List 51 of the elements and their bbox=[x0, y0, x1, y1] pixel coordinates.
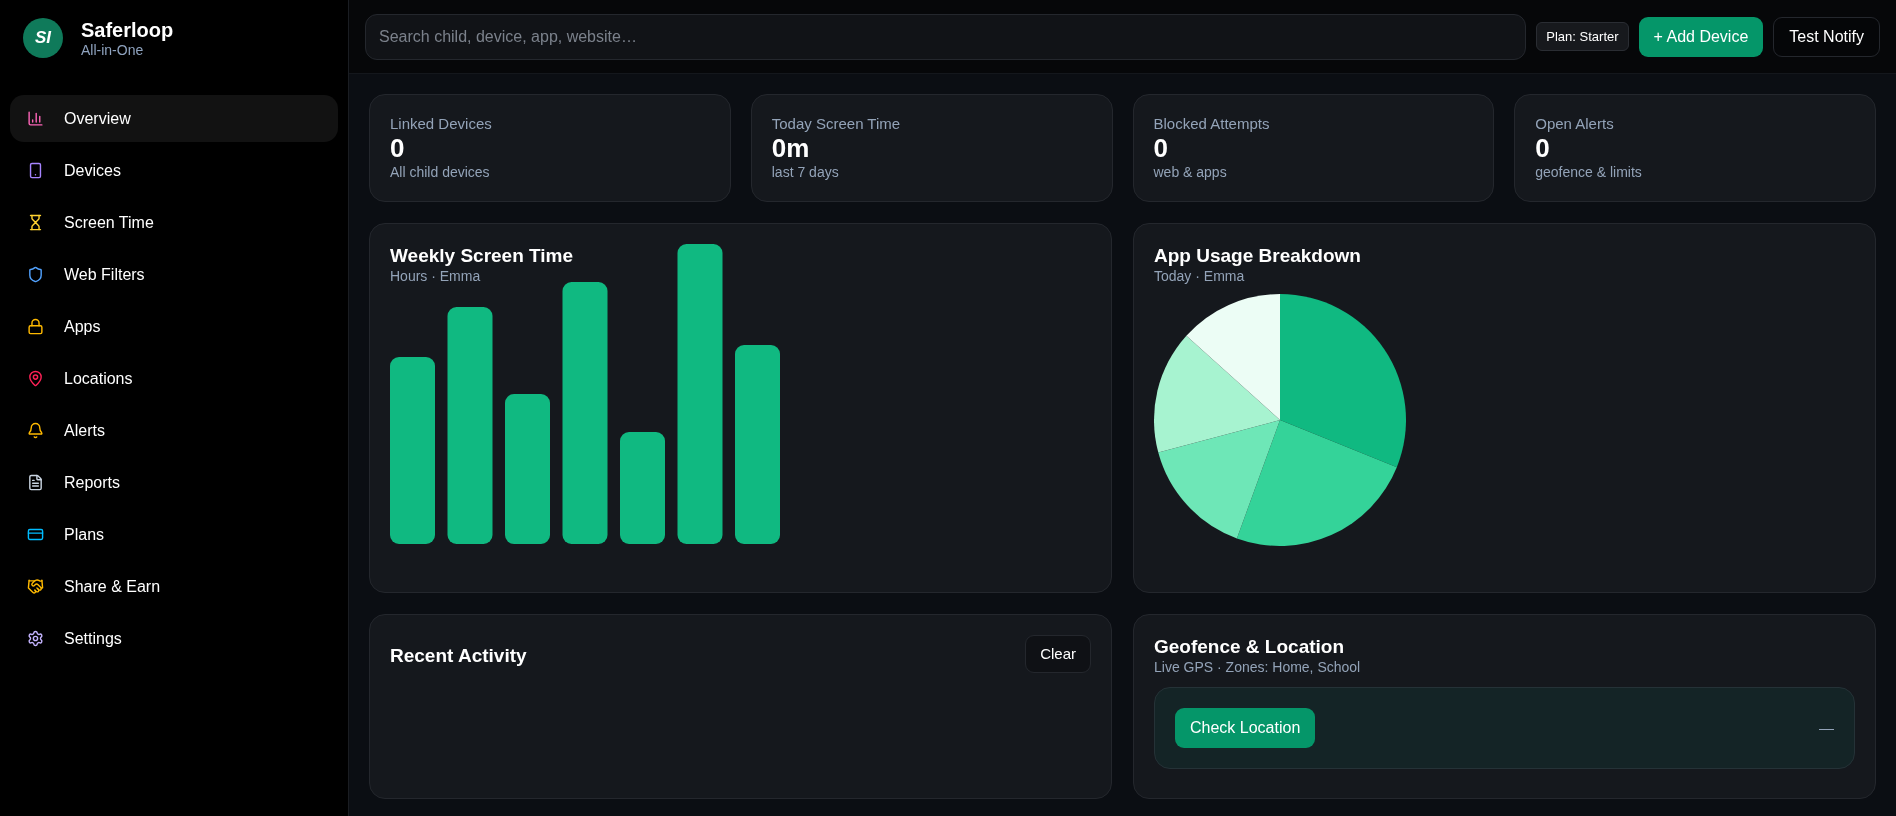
card-title: Geofence & Location bbox=[1154, 635, 1346, 659]
nav-item[interactable]: Settings bbox=[10, 615, 338, 662]
nav-item[interactable]: Reports bbox=[10, 459, 338, 506]
stat-value: 0m bbox=[771, 133, 810, 163]
stat-note: geofence & limits bbox=[1535, 163, 1642, 181]
credit-card-icon bbox=[27, 526, 44, 543]
test-notify-button[interactable]: Test Notify bbox=[1773, 16, 1880, 57]
logo-icon: SI bbox=[23, 18, 63, 58]
stat-value: 0 bbox=[390, 133, 405, 163]
nav-item[interactable]: Locations bbox=[10, 355, 338, 402]
card-title: Recent Activity bbox=[390, 644, 527, 668]
shield-icon bbox=[27, 266, 44, 283]
nav-item[interactable]: Share & Earn bbox=[10, 563, 338, 610]
nav-item[interactable]: Web Filters bbox=[10, 251, 338, 298]
check-location-button[interactable]: Check Location bbox=[1175, 708, 1316, 748]
nav-item[interactable]: Devices bbox=[10, 147, 338, 194]
clear-button[interactable]: Clear bbox=[1025, 635, 1091, 673]
nav-item[interactable]: Alerts bbox=[10, 407, 338, 454]
card-title: Weekly Screen Time bbox=[390, 244, 574, 268]
search-field[interactable]: Search child, device, app, website… bbox=[365, 13, 1527, 60]
lock-icon bbox=[27, 318, 44, 335]
card-subtitle: Hours · Emma bbox=[390, 268, 481, 284]
location-status: — bbox=[1819, 717, 1834, 738]
stat-value: 0 bbox=[1153, 133, 1168, 163]
plan-badge: Plan: Starter bbox=[1536, 21, 1629, 52]
nav-item[interactable]: Screen Time bbox=[10, 199, 338, 246]
bar-chart-icon bbox=[27, 110, 44, 127]
stat-value: 0 bbox=[1535, 133, 1550, 163]
stat-note: web & apps bbox=[1153, 163, 1227, 181]
stat-note: All child devices bbox=[390, 163, 490, 181]
nav-item[interactable]: Plans bbox=[10, 511, 338, 558]
gear-icon bbox=[27, 630, 44, 647]
card-subtitle: Live GPS · Zones: Home, School bbox=[1154, 659, 1362, 675]
stat-label: Today Screen Time bbox=[771, 115, 901, 133]
card-title: App Usage Breakdown bbox=[1154, 244, 1361, 268]
add-device-button[interactable]: + Add Device bbox=[1638, 16, 1764, 57]
brand-name: Saferloop bbox=[81, 18, 174, 42]
bell-icon bbox=[27, 422, 44, 439]
stat-label: Open Alerts bbox=[1535, 115, 1614, 133]
stat-note: last 7 days bbox=[771, 163, 839, 181]
document-icon bbox=[27, 474, 44, 491]
brand-tagline: All-in-One bbox=[81, 42, 145, 58]
card-subtitle: Today · Emma bbox=[1154, 268, 1245, 284]
phone-icon bbox=[27, 162, 44, 179]
handshake-icon bbox=[27, 578, 44, 595]
stat-label: Blocked Attempts bbox=[1153, 115, 1270, 133]
nav-item[interactable]: Overview bbox=[10, 95, 338, 142]
stat-label: Linked Devices bbox=[390, 115, 492, 133]
pin-icon bbox=[27, 370, 44, 387]
hourglass-icon bbox=[27, 214, 44, 231]
nav-item[interactable]: Apps bbox=[10, 303, 338, 350]
